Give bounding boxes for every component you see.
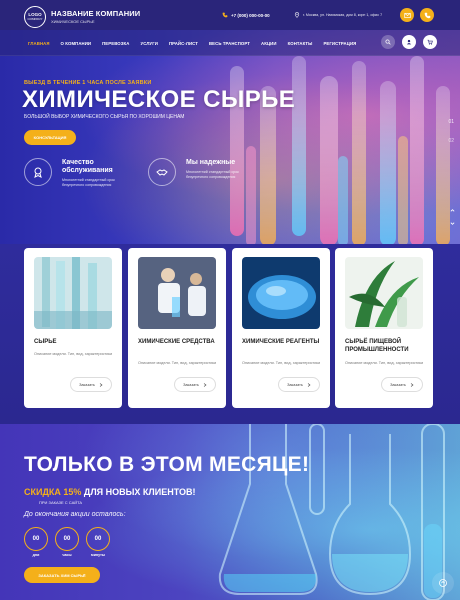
timer-minutes-label: минуты (91, 553, 105, 557)
cart-icon (427, 39, 433, 45)
product-title: СЫРЬЕ (34, 339, 57, 345)
order-button-label: Заказать (287, 382, 303, 387)
page: LOGO COMPANY НАЗВАНИЕ КОМПАНИИ ХИМИЧЕСКО… (0, 0, 460, 600)
feature-icon-wrap (148, 158, 176, 186)
chevron-right-icon (307, 382, 311, 387)
feature-quality: Качество обслуживания Многолетний станда… (24, 158, 126, 188)
chevron-right-icon (203, 382, 207, 387)
consultation-button[interactable]: КОНСУЛЬТАЦИЯ (24, 130, 76, 145)
feature-title: Качество обслуживания (62, 159, 113, 174)
timer-minutes: 00 (86, 527, 110, 551)
test-tubes-image (230, 56, 450, 244)
cart-button[interactable] (423, 35, 437, 49)
nav-item-pricelist[interactable]: ПРАЙС-ЛИСТ (169, 41, 198, 46)
order-button-label: Заказать (183, 382, 199, 387)
countdown-label: До окончания акции осталось: (24, 511, 126, 518)
product-desc: Описание модели. Тип, вид, характеристик… (138, 361, 217, 365)
promo-title: ТОЛЬКО В ЭТОМ МЕСЯЦЕ! (24, 453, 310, 476)
search-button[interactable] (381, 35, 395, 49)
product-desc: Описание модели. Тип, вид, характеристик… (34, 352, 113, 356)
timer-days-label: дни (32, 553, 40, 557)
product-image (345, 257, 423, 329)
map-pin-icon (294, 12, 300, 18)
feature-desc: Многолетний стандартный срок безупречног… (186, 170, 239, 179)
order-button[interactable]: Заказать (278, 377, 320, 392)
nav-item-home[interactable]: ГЛАВНАЯ (28, 41, 50, 46)
nav-item-transport[interactable]: ПЕРЕВОЗКА (102, 41, 129, 46)
product-image (138, 257, 216, 329)
top-header: LOGO COMPANY НАЗВАНИЕ КОМПАНИИ ХИМИЧЕСКО… (0, 0, 460, 30)
chevron-down-icon (450, 221, 454, 225)
product-title: СЫРЬЁ ПИЩЕВОЙ ПРОМЫШЛЕННОСТИ (345, 339, 409, 353)
search-icon (385, 39, 391, 45)
slider-next-button[interactable] (448, 218, 456, 228)
phone-icon (222, 12, 228, 18)
hero-title: ХИМИЧЕСКОЕ СЫРЬЕ (22, 86, 296, 113)
product-card[interactable]: СЫРЬЕ Описание модели. Тип, вид, характе… (24, 248, 122, 408)
promo-discount: СКИДКА 15% ДЛЯ НОВЫХ КЛИЕНТОВ! (24, 487, 195, 497)
company-subtitle: ХИМИЧЕСКОЕ СЫРЬЕ (51, 19, 95, 24)
call-icon (424, 12, 430, 18)
order-chemicals-button[interactable]: ЗАКАЗАТЬ ХИМ СЫРЬЁ (24, 567, 100, 583)
feature-title: Мы надежные (186, 159, 236, 166)
award-icon (34, 167, 42, 178)
nav-item-contacts[interactable]: КОНТАКТЫ (288, 41, 313, 46)
chevron-up-icon (450, 208, 454, 212)
feature-reliable: Мы надежные Многолетний стандартный срок… (148, 158, 256, 186)
product-image (34, 257, 112, 329)
nav-item-promotions[interactable]: АКЦИИ (261, 41, 277, 46)
order-button[interactable]: Заказать (70, 377, 112, 392)
feature-desc: Многолетний стандартный срок безупречног… (62, 178, 115, 187)
product-title: ХИМИЧЕСКИЕ РЕАГЕНТЫ (242, 339, 320, 345)
scroll-top-button[interactable] (432, 572, 454, 594)
mail-icon (403, 12, 411, 18)
nav-item-registration[interactable]: РЕГИСТРАЦИЯ (323, 41, 356, 46)
company-name: НАЗВАНИЕ КОМПАНИИ (51, 9, 141, 18)
company-logo[interactable]: LOGO COMPANY (24, 6, 46, 28)
feature-icon-wrap (24, 158, 52, 186)
user-button[interactable] (402, 35, 416, 49)
nav-item-services[interactable]: УСЛУГИ (140, 41, 157, 46)
address-text: г. Москва, ул. Нахимская, дом 8, корп 1,… (303, 13, 383, 17)
product-title: ХИМИЧЕСКИЕ СРЕДСТВА (138, 339, 215, 345)
chevron-right-icon (99, 382, 103, 387)
user-icon (406, 39, 412, 45)
chevron-right-icon (410, 382, 414, 387)
nav-item-all-transport[interactable]: ВЕСЬ ТРАНСПОРТ (209, 41, 250, 46)
order-button[interactable]: Заказать (381, 377, 423, 392)
glass-flasks-image (218, 424, 445, 600)
phone-number: +7 (000) 000-00-00 (231, 12, 270, 18)
hero-subtitle: БОЛЬШОЙ ВЫБОР ХИМИЧЕСКОГО СЫРЬЯ ПО ХОРОШ… (24, 114, 185, 120)
timer-days: 00 (24, 527, 48, 551)
nav-item-about[interactable]: О КОМПАНИИ (61, 41, 92, 46)
product-card[interactable]: ХИМИЧЕСКИЕ РЕАГЕНТЫ Описание модели. Тип… (232, 248, 330, 408)
order-button[interactable]: Заказать (174, 377, 216, 392)
slider-prev-button[interactable] (448, 205, 456, 215)
slide-indicator-1[interactable]: 01 (448, 119, 454, 125)
timer-hours: 00 (55, 527, 79, 551)
product-desc: Описание модели. Тип, вид, характеристик… (242, 361, 321, 365)
company-info: НАЗВАНИЕ КОМПАНИИ ХИМИЧЕСКОЕ СЫРЬЕ (51, 9, 140, 24)
handshake-icon (156, 169, 168, 176)
product-desc: Описание модели. Тип, вид, характеристик… (345, 361, 424, 365)
product-card[interactable]: ХИМИЧЕСКИЕ СРЕДСТВА Описание модели. Тип… (128, 248, 226, 408)
order-button-label: Заказать (390, 382, 406, 387)
timer-hours-label: часы (62, 553, 72, 557)
product-image (242, 257, 320, 329)
product-card[interactable]: СЫРЬЁ ПИЩЕВОЙ ПРОМЫШЛЕННОСТИ Описание мо… (335, 248, 433, 408)
header-address: г. Москва, ул. Нахимская, дом 8, корп 1,… (294, 12, 382, 18)
logo-subtext: COMPANY (27, 17, 43, 21)
promo-note: ПРИ ЗАКАЗЕ С САЙТА (39, 500, 83, 505)
discount-rest: ДЛЯ НОВЫХ КЛИЕНТОВ! (83, 487, 196, 497)
slide-indicator-2[interactable]: 02 (448, 138, 454, 144)
header-phone[interactable]: +7 (000) 000-00-00 (222, 12, 270, 18)
call-button[interactable] (420, 8, 434, 22)
discount-highlight: СКИДКА 15% (24, 487, 82, 497)
chat-icon (439, 579, 447, 587)
order-button-label: Заказать (79, 382, 95, 387)
mail-button[interactable] (400, 8, 414, 22)
